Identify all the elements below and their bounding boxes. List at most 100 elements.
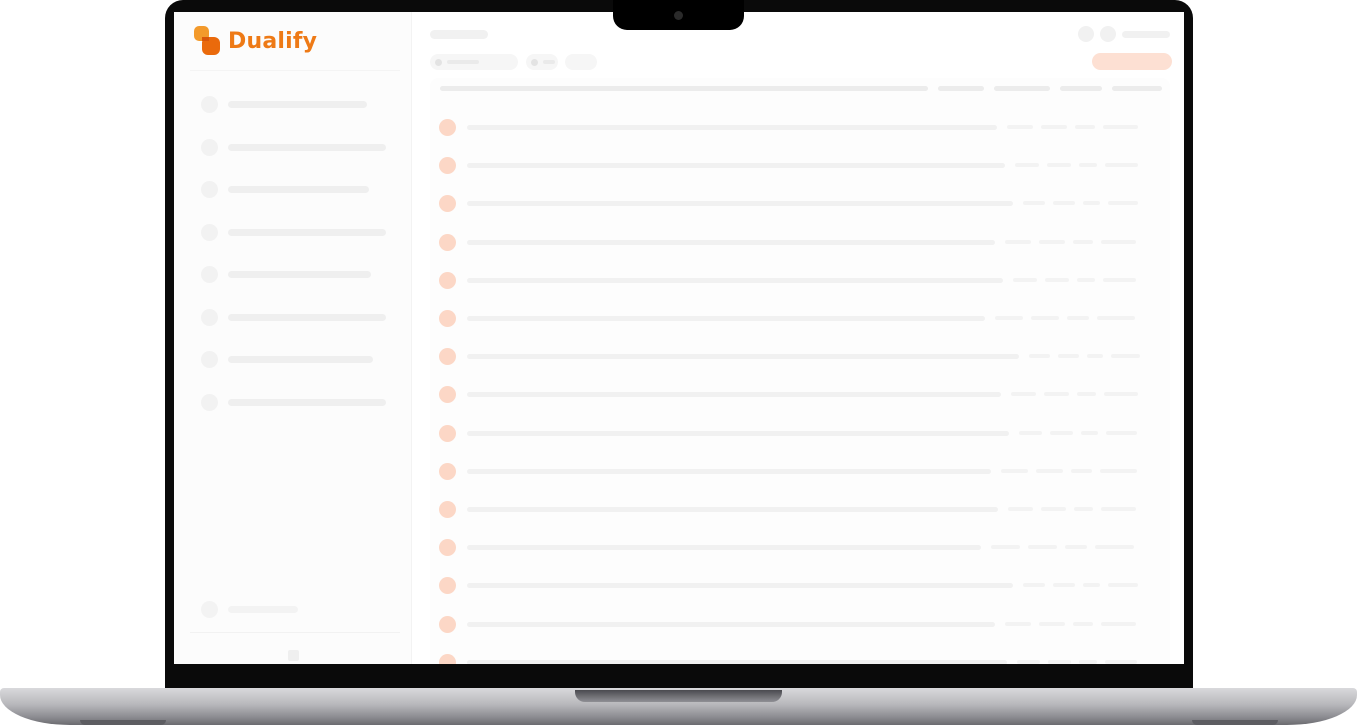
row-cell	[1103, 277, 1136, 282]
row-title	[467, 277, 1003, 283]
column-header[interactable]	[994, 86, 1050, 91]
nav-placeholder-icon	[201, 223, 218, 241]
collapse-icon[interactable]	[288, 650, 299, 661]
sidebar-footer-divider	[190, 632, 400, 633]
sidebar-item-6[interactable]	[201, 308, 386, 326]
row-title	[467, 354, 1019, 360]
column-header[interactable]	[938, 86, 984, 91]
avatar	[201, 600, 218, 618]
row-avatar	[439, 501, 456, 518]
table-row[interactable]	[430, 227, 1170, 265]
sidebar-item-label	[228, 228, 386, 236]
row-avatar	[439, 424, 456, 442]
avatar[interactable]	[1100, 26, 1116, 42]
row-cell	[1017, 659, 1040, 664]
row-cell	[1019, 430, 1042, 435]
row-cell	[1073, 239, 1093, 244]
row-avatar	[439, 271, 456, 289]
table-row[interactable]	[430, 570, 1170, 608]
sidebar-item-label	[228, 270, 371, 278]
row-avatar	[439, 386, 456, 404]
sidebar-item-7[interactable]	[201, 350, 373, 368]
row-cell	[1047, 163, 1071, 168]
column-header[interactable]	[1112, 86, 1162, 91]
row-title	[467, 392, 1001, 398]
row-cell	[1005, 621, 1031, 626]
search-input[interactable]	[430, 54, 518, 70]
row-cell	[1023, 583, 1045, 588]
row-avatar	[439, 577, 456, 595]
row-cell	[1015, 163, 1039, 168]
table-row[interactable]	[430, 379, 1170, 417]
table-row[interactable]	[430, 303, 1170, 341]
row-cell	[1023, 201, 1045, 206]
row-cell	[1097, 316, 1135, 320]
row-title	[467, 316, 985, 321]
table-header	[430, 78, 1170, 100]
brand-logo[interactable]: Dualify	[194, 26, 317, 56]
row-avatar	[439, 119, 456, 136]
row-title	[467, 507, 998, 512]
row-avatar	[439, 615, 456, 633]
notification-icon[interactable]	[1078, 26, 1094, 42]
column-header[interactable]	[440, 86, 928, 91]
sidebar-item-label	[228, 100, 367, 108]
row-cell	[1048, 659, 1071, 664]
row-cell	[1087, 354, 1103, 359]
table-row[interactable]	[430, 494, 1170, 532]
primary-action-button[interactable]	[1092, 53, 1172, 70]
row-cell	[1050, 430, 1073, 435]
row-cell	[1053, 583, 1075, 588]
sidebar-item-8[interactable]	[201, 393, 386, 411]
sidebar-item-4[interactable]	[201, 223, 386, 241]
row-avatar	[439, 310, 456, 327]
sidebar-item-1[interactable]	[201, 95, 367, 113]
row-cell	[1058, 354, 1079, 359]
dualify-logo-icon	[194, 26, 220, 56]
row-cell	[995, 316, 1023, 320]
table-row[interactable]	[430, 341, 1170, 379]
row-cell	[1007, 125, 1033, 129]
row-cell	[1075, 125, 1095, 129]
sidebar-profile[interactable]	[201, 600, 298, 618]
nav-placeholder-icon	[201, 350, 218, 368]
nav-placeholder-icon	[201, 265, 218, 283]
table-row[interactable]	[430, 265, 1170, 303]
row-cell	[991, 545, 1020, 550]
nav-placeholder-icon	[201, 138, 218, 156]
row-cell	[1095, 545, 1134, 550]
nav-placeholder-icon	[201, 180, 218, 198]
row-cell	[1005, 239, 1031, 244]
row-title	[467, 621, 995, 627]
table-row[interactable]	[430, 150, 1170, 188]
row-cell	[1105, 659, 1137, 664]
sort-chip[interactable]	[565, 54, 597, 70]
table-row[interactable]	[430, 532, 1170, 570]
row-cell	[1001, 468, 1028, 473]
row-avatar	[439, 157, 456, 175]
sidebar-item-3[interactable]	[201, 180, 369, 198]
table-row[interactable]	[430, 112, 1170, 150]
row-avatar	[439, 348, 456, 366]
row-cell	[1073, 621, 1093, 626]
sidebar-item-5[interactable]	[201, 265, 371, 283]
row-avatar	[439, 462, 456, 480]
table-row[interactable]	[430, 418, 1170, 456]
sidebar-item-2[interactable]	[201, 138, 386, 156]
row-cell	[1071, 468, 1092, 473]
column-header[interactable]	[1060, 86, 1102, 91]
filter-chip[interactable]	[526, 54, 558, 70]
table-row[interactable]	[430, 609, 1170, 647]
row-title	[467, 239, 995, 245]
row-title	[467, 468, 991, 474]
table-row[interactable]	[430, 456, 1170, 494]
sidebar-item-label	[228, 313, 386, 321]
row-cell	[1101, 621, 1136, 626]
row-cell	[1101, 507, 1136, 511]
table-row[interactable]	[430, 647, 1170, 664]
row-cell	[1029, 354, 1050, 359]
row-title	[467, 430, 1009, 436]
table-row[interactable]	[430, 188, 1170, 226]
search-placeholder	[447, 60, 479, 64]
user-name	[1122, 31, 1170, 38]
